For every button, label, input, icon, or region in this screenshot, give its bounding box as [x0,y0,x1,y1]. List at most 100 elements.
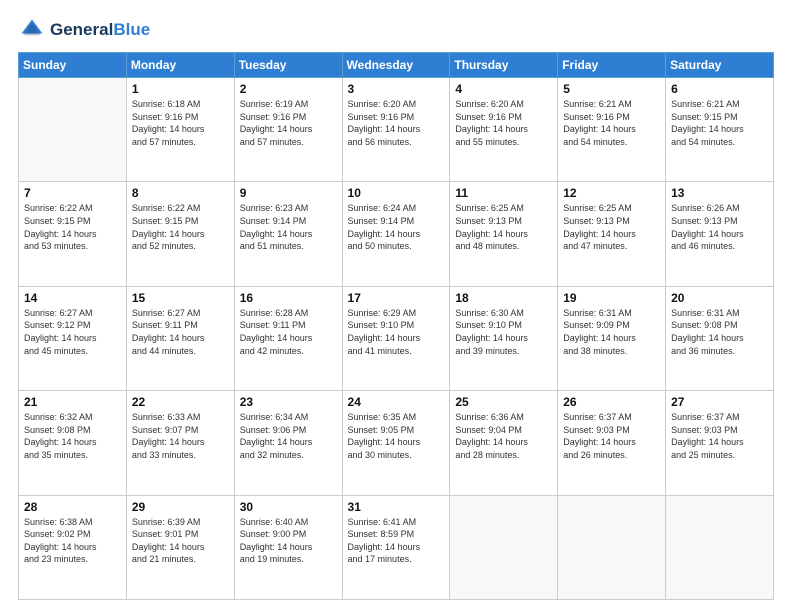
calendar-cell: 21 Sunrise: 6:32 AMSunset: 9:08 PMDayligh… [19,391,127,495]
cell-info: Sunrise: 6:23 AMSunset: 9:14 PMDaylight:… [240,202,337,252]
cell-info: Sunrise: 6:22 AMSunset: 9:15 PMDaylight:… [24,202,121,252]
calendar-cell: 12Sunrise: 6:25 AMSunset: 9:13 PMDayligh… [558,182,666,286]
cell-info: Sunrise: 6:39 AMSunset: 9:01 PMDaylight:… [132,516,229,566]
day-number: 20 [671,291,768,305]
week-row-3: 14 Sunrise: 6:27 AMSunset: 9:12 PMDayligh… [19,286,774,390]
day-number: 31 [348,500,445,514]
day-number: 2 [240,82,337,96]
calendar-cell: 22 Sunrise: 6:33 AMSunset: 9:07 PMDayligh… [126,391,234,495]
calendar-cell [19,78,127,182]
calendar-cell: 10 Sunrise: 6:24 AMSunset: 9:14 PMDayligh… [342,182,450,286]
calendar-table: SundayMondayTuesdayWednesdayThursdayFrid… [18,52,774,600]
day-number: 24 [348,395,445,409]
cell-info: Sunrise: 6:25 AMSunset: 9:13 PMDaylight:… [455,202,552,252]
week-row-5: 28Sunrise: 6:38 AMSunset: 9:02 PMDayligh… [19,495,774,599]
weekday-header-row: SundayMondayTuesdayWednesdayThursdayFrid… [19,53,774,78]
weekday-header-monday: Monday [126,53,234,78]
day-number: 4 [455,82,552,96]
week-row-2: 7 Sunrise: 6:22 AMSunset: 9:15 PMDaylight… [19,182,774,286]
calendar-cell: 19 Sunrise: 6:31 AMSunset: 9:09 PMDayligh… [558,286,666,390]
weekday-header-thursday: Thursday [450,53,558,78]
day-number: 26 [563,395,660,409]
header: GeneralBlue [18,16,774,44]
day-number: 22 [132,395,229,409]
cell-info: Sunrise: 6:24 AMSunset: 9:14 PMDaylight:… [348,202,445,252]
calendar-cell: 15 Sunrise: 6:27 AMSunset: 9:11 PMDayligh… [126,286,234,390]
logo-icon [18,16,46,44]
cell-info: Sunrise: 6:29 AMSunset: 9:10 PMDaylight:… [348,307,445,357]
day-number: 17 [348,291,445,305]
calendar-cell: 6 Sunrise: 6:21 AMSunset: 9:15 PMDaylight… [666,78,774,182]
day-number: 11 [455,186,552,200]
cell-info: Sunrise: 6:20 AMSunset: 9:16 PMDaylight:… [455,98,552,148]
calendar-cell: 25Sunrise: 6:36 AMSunset: 9:04 PMDayligh… [450,391,558,495]
cell-info: Sunrise: 6:26 AMSunset: 9:13 PMDaylight:… [671,202,768,252]
logo: GeneralBlue [18,16,150,44]
cell-info: Sunrise: 6:21 AMSunset: 9:16 PMDaylight:… [563,98,660,148]
calendar-cell: 27 Sunrise: 6:37 AMSunset: 9:03 PMDayligh… [666,391,774,495]
cell-info: Sunrise: 6:34 AMSunset: 9:06 PMDaylight:… [240,411,337,461]
calendar-cell: 23 Sunrise: 6:34 AMSunset: 9:06 PMDayligh… [234,391,342,495]
weekday-header-saturday: Saturday [666,53,774,78]
calendar-cell: 7 Sunrise: 6:22 AMSunset: 9:15 PMDaylight… [19,182,127,286]
logo-text: GeneralBlue [50,20,150,40]
cell-info: Sunrise: 6:31 AMSunset: 9:08 PMDaylight:… [671,307,768,357]
calendar-cell: 31 Sunrise: 6:41 AMSunset: 8:59 PMDayligh… [342,495,450,599]
calendar-cell: 9Sunrise: 6:23 AMSunset: 9:14 PMDaylight… [234,182,342,286]
week-row-1: 1 Sunrise: 6:18 AMSunset: 9:16 PMDaylight… [19,78,774,182]
calendar-cell [450,495,558,599]
week-row-4: 21 Sunrise: 6:32 AMSunset: 9:08 PMDayligh… [19,391,774,495]
day-number: 19 [563,291,660,305]
calendar-cell: 18 Sunrise: 6:30 AMSunset: 9:10 PMDayligh… [450,286,558,390]
cell-info: Sunrise: 6:40 AMSunset: 9:00 PMDaylight:… [240,516,337,566]
cell-info: Sunrise: 6:32 AMSunset: 9:08 PMDaylight:… [24,411,121,461]
cell-info: Sunrise: 6:27 AMSunset: 9:12 PMDaylight:… [24,307,121,357]
day-number: 3 [348,82,445,96]
cell-info: Sunrise: 6:19 AMSunset: 9:16 PMDaylight:… [240,98,337,148]
weekday-header-wednesday: Wednesday [342,53,450,78]
cell-info: Sunrise: 6:28 AMSunset: 9:11 PMDaylight:… [240,307,337,357]
weekday-header-sunday: Sunday [19,53,127,78]
calendar-cell: 17 Sunrise: 6:29 AMSunset: 9:10 PMDayligh… [342,286,450,390]
cell-info: Sunrise: 6:35 AMSunset: 9:05 PMDaylight:… [348,411,445,461]
day-number: 15 [132,291,229,305]
cell-info: Sunrise: 6:18 AMSunset: 9:16 PMDaylight:… [132,98,229,148]
calendar-cell: 16 Sunrise: 6:28 AMSunset: 9:11 PMDayligh… [234,286,342,390]
calendar-cell: 11 Sunrise: 6:25 AMSunset: 9:13 PMDayligh… [450,182,558,286]
calendar-cell [666,495,774,599]
day-number: 14 [24,291,121,305]
day-number: 8 [132,186,229,200]
day-number: 6 [671,82,768,96]
day-number: 10 [348,186,445,200]
cell-info: Sunrise: 6:30 AMSunset: 9:10 PMDaylight:… [455,307,552,357]
calendar-cell: 28Sunrise: 6:38 AMSunset: 9:02 PMDayligh… [19,495,127,599]
day-number: 5 [563,82,660,96]
day-number: 27 [671,395,768,409]
cell-info: Sunrise: 6:33 AMSunset: 9:07 PMDaylight:… [132,411,229,461]
calendar-cell: 24 Sunrise: 6:35 AMSunset: 9:05 PMDayligh… [342,391,450,495]
cell-info: Sunrise: 6:36 AMSunset: 9:04 PMDaylight:… [455,411,552,461]
calendar-cell: 29Sunrise: 6:39 AMSunset: 9:01 PMDayligh… [126,495,234,599]
calendar-cell: 8Sunrise: 6:22 AMSunset: 9:15 PMDaylight… [126,182,234,286]
calendar-cell: 2 Sunrise: 6:19 AMSunset: 9:16 PMDaylight… [234,78,342,182]
cell-info: Sunrise: 6:21 AMSunset: 9:15 PMDaylight:… [671,98,768,148]
cell-info: Sunrise: 6:20 AMSunset: 9:16 PMDaylight:… [348,98,445,148]
day-number: 13 [671,186,768,200]
calendar-cell: 3 Sunrise: 6:20 AMSunset: 9:16 PMDaylight… [342,78,450,182]
day-number: 7 [24,186,121,200]
cell-info: Sunrise: 6:38 AMSunset: 9:02 PMDaylight:… [24,516,121,566]
day-number: 16 [240,291,337,305]
day-number: 1 [132,82,229,96]
weekday-header-friday: Friday [558,53,666,78]
calendar-cell [558,495,666,599]
cell-info: Sunrise: 6:31 AMSunset: 9:09 PMDaylight:… [563,307,660,357]
cell-info: Sunrise: 6:41 AMSunset: 8:59 PMDaylight:… [348,516,445,566]
calendar-cell: 30Sunrise: 6:40 AMSunset: 9:00 PMDayligh… [234,495,342,599]
cell-info: Sunrise: 6:37 AMSunset: 9:03 PMDaylight:… [671,411,768,461]
page: GeneralBlue SundayMondayTuesdayWednesday… [0,0,792,612]
calendar-cell: 4 Sunrise: 6:20 AMSunset: 9:16 PMDaylight… [450,78,558,182]
day-number: 23 [240,395,337,409]
day-number: 18 [455,291,552,305]
day-number: 21 [24,395,121,409]
cell-info: Sunrise: 6:27 AMSunset: 9:11 PMDaylight:… [132,307,229,357]
